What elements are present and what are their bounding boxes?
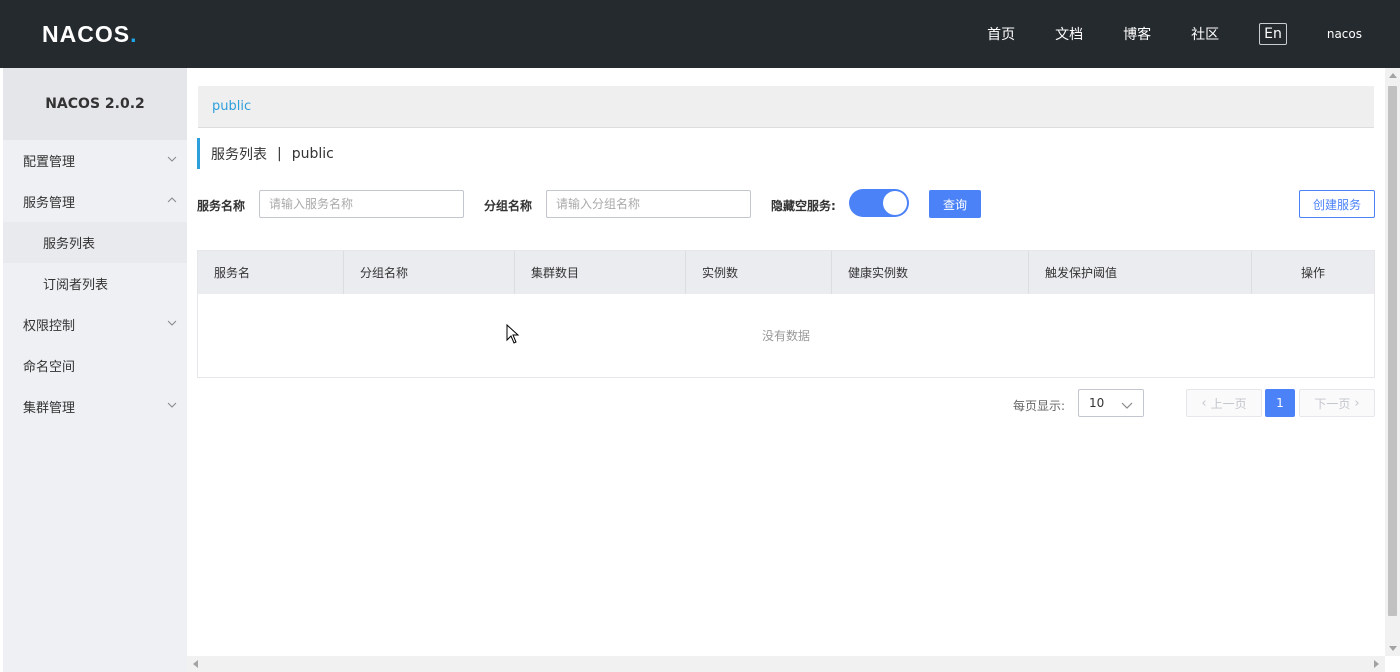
chevron-down-icon: [167, 400, 177, 410]
nav-home[interactable]: 首页: [987, 24, 1015, 44]
prev-page-button[interactable]: ‹ 上一页: [1186, 389, 1262, 417]
prev-page-label: 上一页: [1210, 396, 1247, 411]
column-header-protect-threshold: 触发保护阈值: [1029, 251, 1252, 294]
column-header-operation: 操作: [1300, 266, 1325, 280]
page-number-button[interactable]: 1: [1265, 389, 1295, 417]
column-header-instance-count: 实例数: [686, 251, 832, 294]
service-name-label: 服务名称: [197, 199, 246, 213]
service-table: 服务名 分组名称 集群数目 实例数 健康实例数 触发保护阈值 操作 没有数据: [197, 250, 1375, 378]
column-header-service-name: 服务名: [198, 251, 344, 294]
sidebar-item-cluster-management[interactable]: 集群管理: [3, 386, 187, 427]
hide-empty-services-toggle[interactable]: [849, 189, 909, 217]
chevron-down-icon: [167, 154, 177, 164]
user-name[interactable]: nacos: [1327, 27, 1362, 41]
sidebar-item-service-management[interactable]: 服务管理: [3, 181, 187, 222]
sidebar-brand: NACOS 2.0.2: [3, 68, 187, 140]
column-header-group-name: 分组名称: [344, 251, 515, 294]
logo-dot: .: [130, 20, 138, 47]
scroll-up-icon[interactable]: [1389, 73, 1397, 78]
sidebar-item-namespace[interactable]: 命名空间: [3, 345, 187, 386]
hide-empty-services-label: 隐藏空服务:: [771, 199, 836, 213]
scroll-left-icon[interactable]: [193, 660, 198, 668]
sidebar: NACOS 2.0.2 配置管理 服务管理 服务列表 订阅者列表 权限控制 命名…: [3, 68, 187, 672]
namespace-bar: public: [198, 86, 1374, 128]
main-content: public 服务列表 | public 服务名称 分组名称 隐藏空服务: 查询…: [187, 68, 1385, 656]
sidebar-item-label: 配置管理: [23, 155, 76, 170]
next-page-button[interactable]: 下一页 ›: [1299, 389, 1375, 417]
sidebar-item-config-management[interactable]: 配置管理: [3, 140, 187, 181]
sidebar-item-label: 命名空间: [23, 360, 76, 375]
query-button[interactable]: 查询: [929, 190, 981, 218]
sidebar-item-label: 集群管理: [23, 401, 76, 416]
table-header: 服务名 分组名称 集群数目 实例数 健康实例数 触发保护阈值 操作: [198, 251, 1374, 294]
sidebar-item-label: 服务管理: [23, 196, 76, 211]
nav-docs[interactable]: 文档: [1055, 24, 1083, 44]
page-title: 服务列表 | public: [197, 138, 334, 169]
horizontal-scrollbar[interactable]: [187, 656, 1385, 672]
group-name-label: 分组名称: [484, 199, 533, 213]
toggle-knob: [883, 191, 907, 215]
filter-bar: 服务名称 分组名称 隐藏空服务: 查询 创建服务: [197, 189, 1375, 219]
chevron-left-icon: ‹: [1201, 395, 1207, 411]
namespace-link-public[interactable]: public: [212, 99, 251, 114]
next-page-label: 下一页: [1314, 396, 1351, 411]
create-service-button[interactable]: 创建服务: [1299, 190, 1375, 218]
scroll-down-icon[interactable]: [1389, 646, 1397, 651]
page-title-text: 服务列表: [211, 146, 267, 163]
pagination: 每页显示: 10 ‹ 上一页 1 下一页 ›: [187, 388, 1375, 418]
title-separator: |: [277, 145, 282, 162]
language-switch-button[interactable]: En: [1259, 23, 1287, 45]
column-header-cluster-count: 集群数目: [515, 251, 686, 294]
chevron-up-icon: [167, 195, 177, 205]
scrollbar-thumb[interactable]: [1388, 86, 1397, 616]
nav-blog[interactable]: 博客: [1123, 24, 1151, 44]
sidebar-item-label: 权限控制: [23, 319, 76, 334]
vertical-scrollbar[interactable]: [1385, 68, 1400, 656]
service-name-input[interactable]: [259, 190, 464, 218]
group-name-input[interactable]: [546, 190, 751, 218]
page-size-label: 每页显示:: [1013, 399, 1066, 413]
chevron-down-icon: [167, 318, 177, 328]
column-header-healthy-instance-count: 健康实例数: [832, 251, 1029, 294]
sidebar-item-subscriber-list[interactable]: 订阅者列表: [3, 263, 187, 304]
page-title-namespace: public: [291, 145, 334, 162]
nav-community[interactable]: 社区: [1191, 24, 1219, 44]
sidebar-item-service-list[interactable]: 服务列表: [3, 222, 187, 263]
mouse-cursor-icon: [506, 323, 520, 348]
sidebar-item-label: 服务列表: [43, 237, 96, 252]
chevron-right-icon: ›: [1354, 395, 1360, 411]
table-empty-state: 没有数据: [761, 329, 810, 343]
chevron-down-icon: [1121, 399, 1133, 413]
sidebar-item-label: 订阅者列表: [43, 278, 109, 293]
page-size-value: 10: [1089, 396, 1105, 410]
top-nav: 首页 文档 博客 社区 En nacos: [987, 0, 1400, 68]
nacos-logo[interactable]: NACOS.: [42, 18, 137, 50]
top-bar: NACOS. 首页 文档 博客 社区 En nacos: [0, 0, 1400, 68]
sidebar-item-access-control[interactable]: 权限控制: [3, 304, 187, 345]
page-size-select[interactable]: 10: [1078, 389, 1144, 417]
scroll-right-icon[interactable]: [1374, 660, 1379, 668]
logo-text: NACOS: [42, 20, 131, 47]
